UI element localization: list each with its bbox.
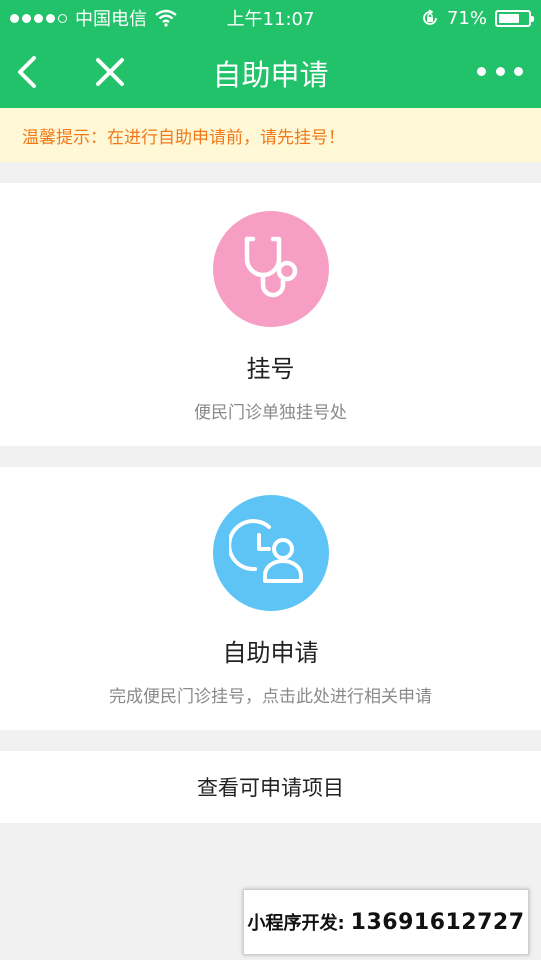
close-icon (96, 58, 124, 86)
wifi-icon (155, 9, 177, 27)
chevron-left-icon (18, 56, 36, 88)
view-items-button[interactable]: 查看可申请项目 (0, 751, 541, 823)
back-button[interactable] (10, 50, 50, 94)
developer-phone: 13691612727 (350, 909, 525, 935)
clock-user-icon (228, 519, 303, 583)
register-subtitle: 便民门诊单独挂号处 (194, 403, 347, 423)
page-title: 自助申请 (212, 58, 329, 92)
more-icon (477, 66, 486, 76)
notice-text: 温馨提示：在进行自助申请前，请先挂号！ (22, 127, 345, 148)
view-items-label: 查看可申请项目 (197, 776, 344, 800)
battery-icon (495, 9, 534, 27)
self-service-subtitle: 完成便民门诊挂号，点击此处进行相关申请 (109, 687, 432, 707)
notice-banner: 温馨提示：在进行自助申请前，请先挂号！ (0, 108, 541, 162)
stethoscope-icon (244, 236, 297, 298)
status-bar: 中国电信 上午11:07 71% (0, 0, 541, 36)
status-left: 中国电信 (10, 5, 177, 31)
battery-percent: 71% (446, 7, 487, 29)
self-service-card[interactable]: 自助申请 完成便民门诊挂号，点击此处进行相关申请 (0, 467, 541, 730)
orientation-lock-icon (423, 9, 437, 25)
nav-bar: 自助申请 (0, 36, 541, 108)
battery-fill (499, 13, 519, 23)
developer-label: 小程序开发: (247, 913, 345, 934)
self-service-icon-circle (212, 495, 329, 611)
more-button[interactable] (477, 58, 523, 84)
register-title: 挂号 (246, 355, 295, 383)
carrier-name: 中国电信 (75, 9, 147, 30)
close-button[interactable] (88, 50, 132, 94)
self-service-title: 自助申请 (222, 639, 319, 667)
register-icon-circle (212, 211, 329, 327)
signal-icon (10, 13, 67, 23)
register-card[interactable]: 挂号 便民门诊单独挂号处 (0, 183, 541, 446)
status-right: 71% (421, 7, 534, 29)
developer-contact-banner: 小程序开发: 13691612727 (243, 889, 529, 955)
